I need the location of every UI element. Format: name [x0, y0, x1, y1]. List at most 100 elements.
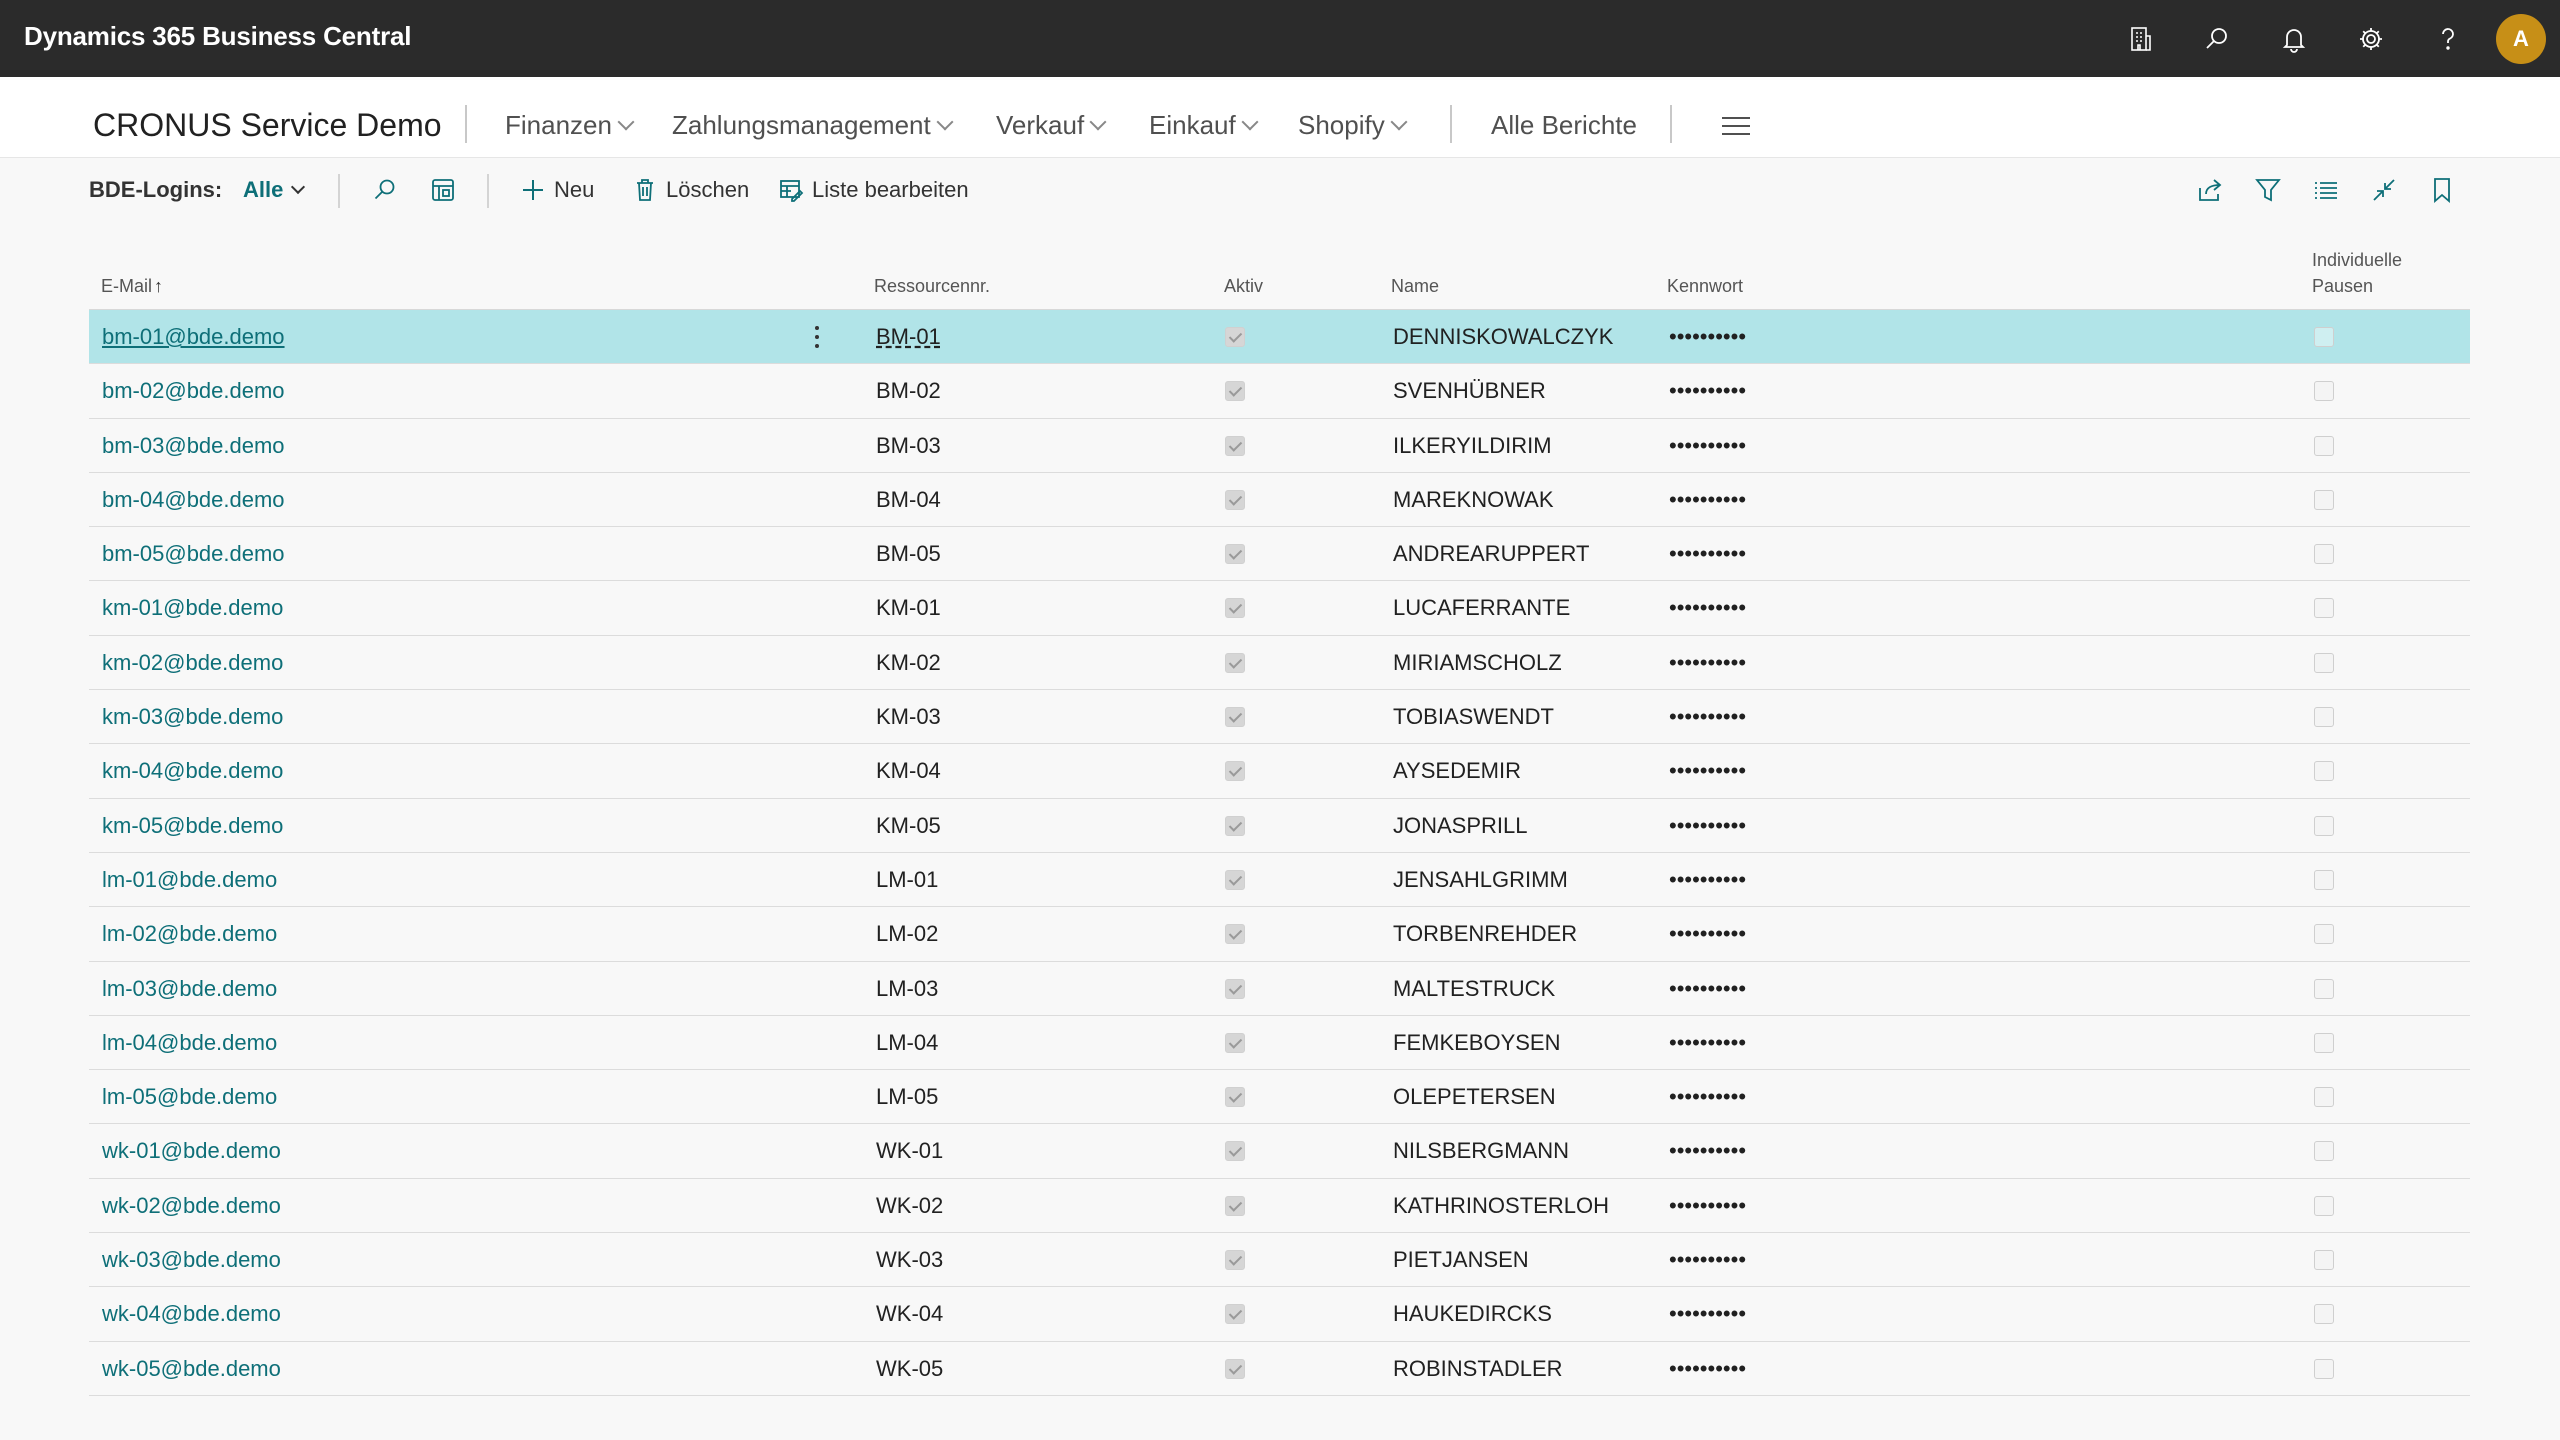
- individual-pauses-checkbox[interactable]: [2314, 489, 2334, 510]
- individual-pauses-checkbox[interactable]: [2314, 435, 2334, 456]
- active-checkbox[interactable]: [1225, 489, 1245, 510]
- active-checkbox[interactable]: [1225, 869, 1245, 890]
- password-cell[interactable]: ••••••••••: [1669, 690, 1746, 744]
- table-row[interactable]: wk-03@bde.demo WK-03 PIETJANSEN ••••••••••: [89, 1233, 2470, 1288]
- column-header-name[interactable]: Name: [1391, 273, 1439, 299]
- company-name[interactable]: CRONUS Service Demo: [93, 77, 442, 158]
- table-row[interactable]: km-02@bde.demo KM-02 MIRIAMSCHOLZ •••••••••…: [89, 636, 2470, 691]
- name-cell[interactable]: ROBINSTADLER: [1393, 1342, 1563, 1396]
- individual-pauses-checkbox[interactable]: [2314, 1032, 2334, 1053]
- active-checkbox[interactable]: [1225, 1087, 1245, 1108]
- table-row[interactable]: wk-01@bde.demo WK-01 NILSBERGMANN •••••••••…: [89, 1124, 2470, 1179]
- name-cell[interactable]: MALTESTRUCK: [1393, 962, 1555, 1016]
- active-checkbox[interactable]: [1225, 598, 1245, 619]
- table-row[interactable]: lm-03@bde.demo LM-03 MALTESTRUCK ••••••••••: [89, 962, 2470, 1016]
- name-cell[interactable]: JENSAHLGRIMM: [1393, 853, 1568, 907]
- password-cell[interactable]: ••••••••••: [1669, 1179, 1746, 1233]
- name-cell[interactable]: ILKERYILDIRIM: [1393, 419, 1552, 473]
- active-checkbox[interactable]: [1225, 924, 1245, 945]
- table-row[interactable]: bm-01@bde.demo BM-01 DENNISKOWALCZYK ••••••…: [89, 310, 2470, 365]
- analysis-mode-button[interactable]: [430, 158, 464, 222]
- password-cell[interactable]: ••••••••••: [1669, 962, 1746, 1016]
- name-cell[interactable]: ANDREARUPPERT: [1393, 527, 1589, 581]
- email-link[interactable]: bm-04@bde.demo: [102, 473, 285, 527]
- filter-button[interactable]: [2241, 158, 2295, 222]
- nav-all-reports[interactable]: Alle Berichte: [1491, 77, 1637, 158]
- name-cell[interactable]: SVENHÜBNER: [1393, 364, 1546, 418]
- name-cell[interactable]: HAUKEDIRCKS: [1393, 1287, 1552, 1341]
- nav-menu-shopify[interactable]: Shopify: [1298, 77, 1408, 158]
- app-title[interactable]: Dynamics 365 Business Central: [24, 0, 411, 77]
- resource-number[interactable]: BM-05: [876, 527, 941, 581]
- email-link[interactable]: wk-03@bde.demo: [102, 1233, 281, 1287]
- nav-menu-einkauf[interactable]: Einkauf: [1149, 77, 1259, 158]
- table-row[interactable]: lm-05@bde.demo LM-05 OLEPETERSEN ••••••••••: [89, 1070, 2470, 1125]
- password-cell[interactable]: ••••••••••: [1669, 799, 1746, 853]
- password-cell[interactable]: ••••••••••: [1669, 419, 1746, 473]
- resource-number[interactable]: WK-05: [876, 1342, 943, 1396]
- email-link[interactable]: wk-04@bde.demo: [102, 1287, 281, 1341]
- resource-number[interactable]: WK-03: [876, 1233, 943, 1287]
- email-link[interactable]: lm-01@bde.demo: [102, 853, 277, 907]
- email-link[interactable]: km-01@bde.demo: [102, 581, 283, 635]
- resource-number[interactable]: KM-05: [876, 799, 941, 853]
- resource-number[interactable]: BM-02: [876, 364, 941, 418]
- share-button[interactable]: [2183, 158, 2237, 222]
- individual-pauses-checkbox[interactable]: [2314, 1358, 2334, 1379]
- password-cell[interactable]: ••••••••••: [1669, 636, 1746, 690]
- name-cell[interactable]: FEMKEBOYSEN: [1393, 1016, 1560, 1070]
- column-header-resource[interactable]: Ressourcennr.: [874, 273, 990, 299]
- individual-pauses-checkbox[interactable]: [2314, 869, 2334, 890]
- active-checkbox[interactable]: [1225, 544, 1245, 565]
- active-checkbox[interactable]: [1225, 761, 1245, 782]
- view-filter-dropdown[interactable]: Alle: [243, 158, 306, 222]
- resource-number[interactable]: LM-01: [876, 853, 938, 907]
- nav-menu-finanzen[interactable]: Finanzen: [505, 77, 635, 158]
- active-checkbox[interactable]: [1225, 435, 1245, 456]
- resource-number[interactable]: WK-04: [876, 1287, 943, 1341]
- password-cell[interactable]: ••••••••••: [1669, 1233, 1746, 1287]
- password-cell[interactable]: ••••••••••: [1669, 310, 1746, 364]
- individual-pauses-checkbox[interactable]: [2314, 1195, 2334, 1216]
- search-icon[interactable]: [2178, 0, 2255, 77]
- email-link[interactable]: wk-05@bde.demo: [102, 1342, 281, 1396]
- email-link[interactable]: km-05@bde.demo: [102, 799, 283, 853]
- new-button[interactable]: Neu: [520, 158, 594, 222]
- individual-pauses-checkbox[interactable]: [2314, 1087, 2334, 1108]
- email-link[interactable]: wk-02@bde.demo: [102, 1179, 281, 1233]
- password-cell[interactable]: ••••••••••: [1669, 907, 1746, 961]
- active-checkbox[interactable]: [1225, 381, 1245, 402]
- active-checkbox[interactable]: [1225, 652, 1245, 673]
- table-row[interactable]: lm-01@bde.demo LM-01 JENSAHLGRIMM •••••••••…: [89, 853, 2470, 908]
- individual-pauses-checkbox[interactable]: [2314, 544, 2334, 565]
- collapse-button[interactable]: [2357, 158, 2411, 222]
- nav-menu-zahlungsmanagement[interactable]: Zahlungsmanagement: [672, 77, 954, 158]
- email-link[interactable]: bm-02@bde.demo: [102, 364, 285, 418]
- table-row[interactable]: bm-03@bde.demo BM-03 ILKERYILDIRIM ••••••••…: [89, 419, 2470, 473]
- name-cell[interactable]: TORBENREHDER: [1393, 907, 1577, 961]
- table-row[interactable]: wk-02@bde.demo WK-02 KATHRINOSTERLOH ••••••…: [89, 1179, 2470, 1234]
- column-header-active[interactable]: Aktiv: [1224, 273, 1263, 299]
- password-cell[interactable]: ••••••••••: [1669, 473, 1746, 527]
- name-cell[interactable]: MAREKNOWAK: [1393, 473, 1554, 527]
- name-cell[interactable]: PIETJANSEN: [1393, 1233, 1529, 1287]
- individual-pauses-checkbox[interactable]: [2314, 652, 2334, 673]
- resource-number[interactable]: BM-03: [876, 419, 941, 473]
- list-view-button[interactable]: [2299, 158, 2353, 222]
- password-cell[interactable]: ••••••••••: [1669, 581, 1746, 635]
- table-row[interactable]: km-05@bde.demo KM-05 JONASPRILL ••••••••••: [89, 799, 2470, 853]
- individual-pauses-checkbox[interactable]: [2314, 327, 2334, 347]
- password-cell[interactable]: ••••••••••: [1669, 1287, 1746, 1341]
- resource-number[interactable]: BM-04: [876, 473, 941, 527]
- password-cell[interactable]: ••••••••••: [1669, 364, 1746, 418]
- resource-number[interactable]: BM-01: [876, 310, 941, 364]
- active-checkbox[interactable]: [1225, 1195, 1245, 1216]
- password-cell[interactable]: ••••••••••: [1669, 527, 1746, 581]
- individual-pauses-checkbox[interactable]: [2314, 707, 2334, 728]
- column-header-individual-pauses[interactable]: Individuelle Pausen: [2312, 247, 2402, 299]
- email-link[interactable]: km-04@bde.demo: [102, 744, 283, 798]
- resource-number[interactable]: KM-03: [876, 690, 941, 744]
- individual-pauses-checkbox[interactable]: [2314, 815, 2334, 836]
- active-checkbox[interactable]: [1225, 707, 1245, 728]
- email-link[interactable]: bm-03@bde.demo: [102, 419, 285, 473]
